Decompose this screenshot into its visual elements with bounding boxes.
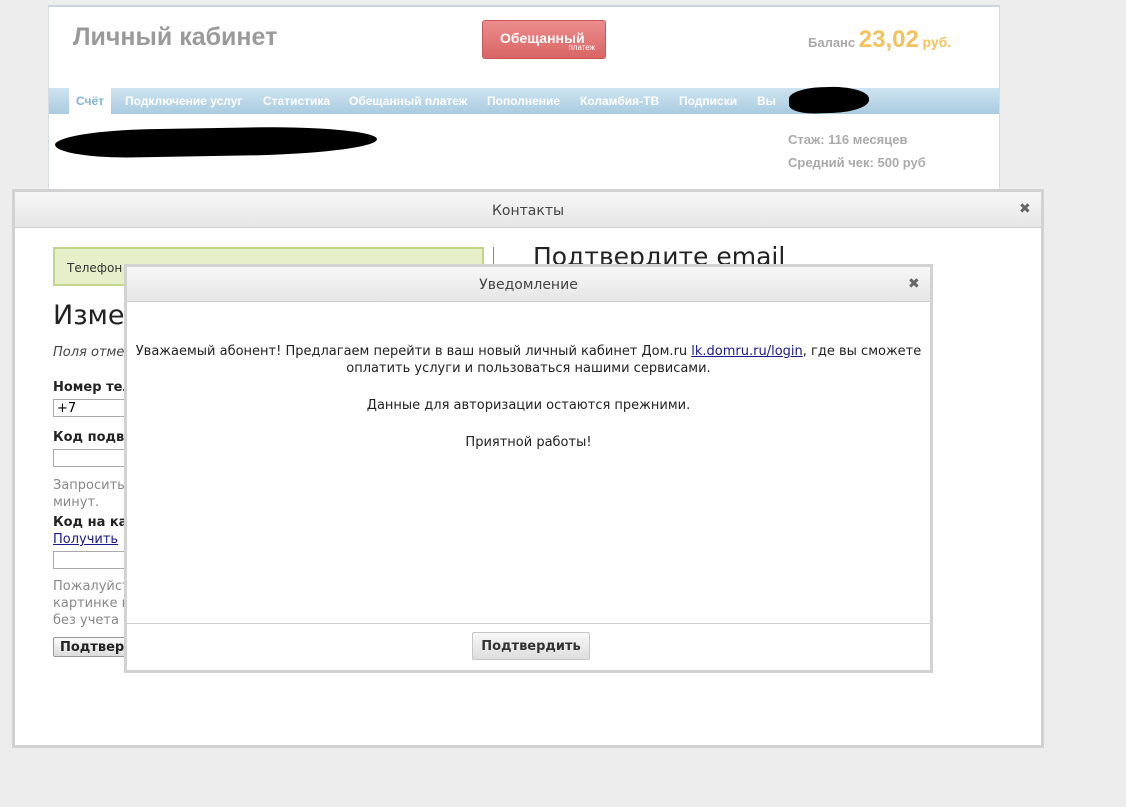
captcha-hint-line: картинке в <box>53 596 130 611</box>
notification-dialog-title: Уведомление <box>127 267 930 302</box>
account-page: Личный кабинет Обещанный платеж Баланс 2… <box>48 5 1000 193</box>
request-hint-line: Запросить <box>53 478 125 493</box>
promise-payment-button[interactable]: Обещанный платеж <box>482 20 606 59</box>
nav-item-services[interactable]: Подключение услуг <box>125 88 242 114</box>
balance-label: Баланс <box>808 35 856 50</box>
phone-label: Номер тел <box>53 380 132 395</box>
auth-note: Данные для авторизации остаются прежними… <box>366 398 691 413</box>
notification-message: Уважаемый абонент! Предлагаем перейти в … <box>127 343 930 471</box>
balance: Баланс 23,02 руб. <box>808 26 951 54</box>
nav-item-logout[interactable]: Вы <box>757 88 776 114</box>
notification-text: Уважаемый абонент! Предлагаем перейти в … <box>127 343 930 377</box>
captcha-hint: Пожалуйст картинке в без учета <box>53 578 130 629</box>
contacts-dialog-title: Контакты <box>15 192 1041 228</box>
site-title: Личный кабинет <box>73 23 278 51</box>
tenure-text: Стаж: 116 месяцев <box>788 132 908 147</box>
message-prefix: Уважаемый абонент! Предлагаем перейти в … <box>135 344 692 359</box>
new-cabinet-link[interactable]: lk.domru.ru/login <box>691 344 803 359</box>
notification-dialog: Уведомление ✖ Уважаемый абонент! Предлаг… <box>124 264 933 673</box>
request-hint: Запросить минут. <box>53 477 125 511</box>
nav-item-topup[interactable]: Пополнение <box>487 88 560 114</box>
captcha-hint-line: Пожалуйст <box>53 579 130 594</box>
nav-item-promised-payment[interactable]: Обещанный платеж <box>349 88 467 114</box>
change-heading: Изме <box>53 300 125 331</box>
greeting: Приятной работы! <box>465 435 592 450</box>
notification-footer: Подтвердить <box>127 623 930 670</box>
nav-item-account[interactable]: Счёт <box>69 88 112 114</box>
balance-currency: руб. <box>922 34 952 50</box>
get-code-link[interactable]: Получить <box>53 532 118 547</box>
nav-item-subscriptions[interactable]: Подписки <box>679 88 737 114</box>
close-icon[interactable]: ✖ <box>1019 201 1031 217</box>
request-hint-line: минут. <box>53 495 100 510</box>
nav-item-statistics[interactable]: Статистика <box>263 88 330 114</box>
confirm-button[interactable]: Подтвердить <box>472 632 590 660</box>
close-icon[interactable]: ✖ <box>908 276 920 292</box>
nav-item-columbia-tv[interactable]: Коламбия-ТВ <box>580 88 659 114</box>
code-label: Код подве <box>53 430 134 445</box>
avg-check-text: Средний чек: 500 руб <box>788 155 926 170</box>
balance-amount: 23,02 <box>858 26 919 53</box>
redaction-mark <box>54 125 378 159</box>
promise-button-sublabel: платеж <box>568 43 595 52</box>
captcha-hint-line: без учета <box>53 613 119 628</box>
required-fields-note: Поля отме <box>53 345 125 360</box>
